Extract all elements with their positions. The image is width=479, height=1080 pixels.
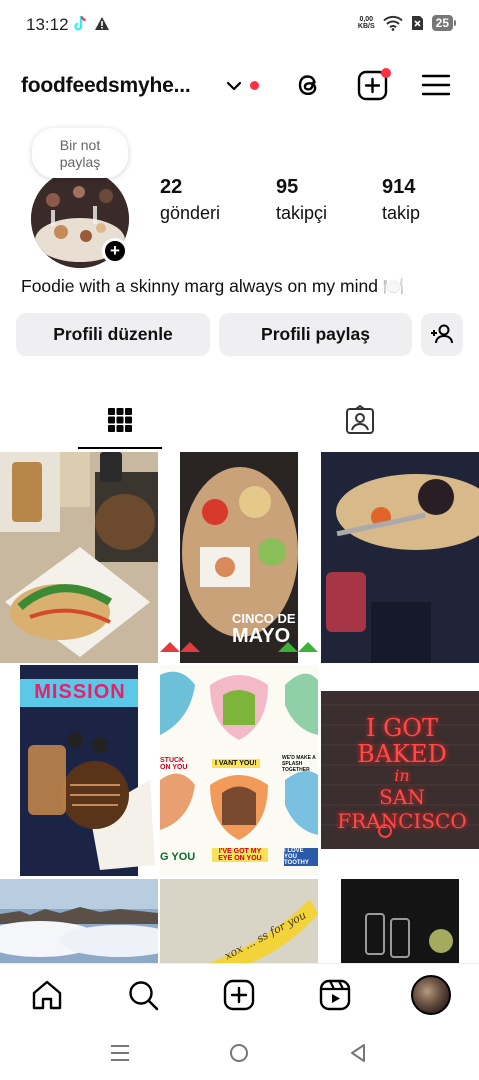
search-icon[interactable] — [126, 978, 160, 1012]
stat-posts[interactable]: 22 gönderi — [160, 176, 220, 224]
reels-icon[interactable] — [318, 978, 352, 1012]
note-line-2: paylaş — [59, 154, 101, 170]
status-notification-icons — [72, 15, 110, 32]
grid-icon — [108, 408, 132, 432]
neon-line-3: SAN FRANCISCO — [337, 785, 467, 833]
network-speed: 0,00 KB/S — [358, 16, 375, 30]
threads-icon[interactable] — [291, 68, 325, 102]
network-speed-unit: KB/S — [357, 23, 375, 30]
recent-apps-icon[interactable] — [110, 1044, 130, 1062]
grid-post-7[interactable] — [0, 879, 158, 963]
create-notification-dot — [381, 68, 391, 78]
discover-people-button[interactable] — [421, 313, 463, 356]
neon-sign-text: I GOT BAKED in SAN FRANCISCO — [327, 715, 477, 833]
post-glasses-image — [321, 879, 479, 963]
grid-post-4[interactable]: MISSION — [0, 665, 158, 876]
system-navigation-bar — [0, 1027, 479, 1080]
posts-grid: CINCO DE MAYO MISSION STUCK ON YOU I VAN… — [0, 451, 479, 963]
note-line-1: Bir not — [59, 137, 101, 153]
warning-icon — [95, 17, 109, 30]
neon-line-1: I GOT BAKED — [357, 714, 447, 768]
grid-post-3[interactable] — [321, 452, 479, 663]
valentine-label-2: I VANT YOU! — [212, 759, 260, 768]
battery-indicator: 25 — [431, 15, 457, 31]
cinco-de-mayo-line-1: CINCO DE — [232, 611, 296, 626]
bottom-navigation — [0, 963, 479, 1027]
stat-followers-label: takipçi — [276, 203, 328, 223]
home-icon[interactable] — [30, 978, 64, 1012]
grid-post-8[interactable]: xox ... ss for you — [160, 879, 318, 963]
valentine-label-3: WE'D MAKE A SPLASH TOGETHER — [282, 755, 316, 773]
chevron-down-icon[interactable] — [224, 76, 244, 96]
mission-label: MISSION — [34, 681, 126, 703]
post-cheese-plate-image — [321, 452, 479, 663]
share-profile-button[interactable]: Profili paylaş — [219, 313, 412, 356]
stat-following-label: takip — [382, 203, 421, 223]
valentine-label-6: I LOVE YOU TOOTHY — [284, 848, 318, 866]
valentine-label-4: G YOU — [160, 851, 196, 863]
account-notification-dot — [250, 81, 259, 90]
profile-bio: Foodie with a skinny marg always on my m… — [21, 276, 405, 296]
network-speed-value: 0,00 — [359, 16, 374, 23]
stat-followers[interactable]: 95 takipçi — [276, 176, 327, 224]
status-bar: 13:12 0,00 KB/S 25 — [0, 0, 479, 50]
tab-posts-grid[interactable] — [78, 390, 162, 450]
edit-profile-button[interactable]: Profili düzenle — [16, 313, 210, 356]
no-sim-icon — [411, 16, 423, 30]
tagged-person-icon — [346, 405, 374, 434]
stat-posts-label: gönderi — [160, 203, 221, 223]
profile-tabs — [0, 390, 479, 450]
valentine-label-1: STUCK ON YOU — [160, 757, 188, 771]
account-switcher[interactable]: foodfeedsmyhe... — [21, 74, 191, 98]
status-time: 13:12 — [26, 15, 69, 34]
grid-post-2[interactable]: CINCO DE MAYO — [160, 452, 318, 663]
neon-line-2: in — [394, 766, 410, 785]
grid-post-6[interactable]: I GOT BAKED in SAN FRANCISCO — [321, 665, 479, 876]
home-button-icon[interactable] — [229, 1043, 249, 1063]
grid-post-5[interactable]: STUCK ON YOU I VANT YOU! WE'D MAKE A SPL… — [160, 665, 318, 876]
status-right-icons: 0,00 KB/S 25 — [358, 15, 457, 31]
stat-following-count: 914 — [382, 176, 416, 198]
cinco-de-mayo-line-2: MAYO — [232, 625, 291, 647]
post-sandwich-image — [0, 452, 158, 663]
new-post-icon[interactable] — [222, 978, 256, 1012]
profile-tab-avatar[interactable] — [411, 975, 451, 1015]
post-fog-city-image — [0, 879, 158, 963]
stat-followers-count: 95 — [276, 176, 299, 198]
grid-post-9[interactable] — [321, 879, 479, 963]
cinco-de-mayo-label: CINCO DE MAYO — [232, 611, 296, 647]
valentine-label-5: I'VE GOT MY EYE ON YOU — [212, 848, 268, 862]
add-story-button[interactable]: + — [102, 238, 128, 264]
tiktok-icon — [74, 16, 86, 31]
stat-following[interactable]: 914 takip — [382, 176, 420, 224]
menu-icon[interactable] — [419, 68, 453, 102]
add-person-icon — [431, 324, 453, 344]
grid-post-1[interactable] — [0, 452, 158, 663]
back-button-icon[interactable] — [349, 1043, 367, 1063]
profile-header: foodfeedsmyhe... — [0, 62, 479, 110]
tab-tagged[interactable] — [318, 390, 402, 450]
wifi-icon — [382, 15, 403, 31]
stat-posts-count: 22 — [160, 176, 183, 198]
active-tab-indicator — [78, 447, 162, 449]
note-bubble[interactable]: Bir not paylaş — [32, 128, 128, 178]
